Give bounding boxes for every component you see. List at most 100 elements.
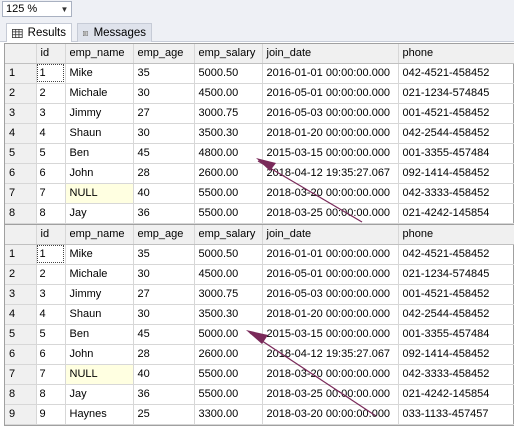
cell-emp-salary[interactable]: 4500.00 xyxy=(194,83,263,104)
row-number[interactable]: 4 xyxy=(5,123,37,144)
cell-id[interactable]: 5 xyxy=(36,324,66,345)
table-row[interactable]: 4 4 Shaun 30 3500.30 2018-01-20 00:00:00.000 0… xyxy=(5,304,514,325)
cell-join-date[interactable]: 2018-03-20 00:00:00.000 xyxy=(262,183,399,204)
chevron-down-icon[interactable]: ▼ xyxy=(58,2,71,16)
cell-phone[interactable]: 001-4521-458452 xyxy=(398,103,514,124)
cell-phone[interactable]: 021-4242-145854 xyxy=(398,384,514,405)
row-number[interactable]: 2 xyxy=(5,83,37,104)
cell-emp-salary[interactable]: 5000.50 xyxy=(194,244,263,265)
cell-emp-name[interactable]: Jay xyxy=(65,384,134,405)
cell-join-date[interactable]: 2016-01-01 00:00:00.000 xyxy=(262,63,399,84)
column-header-join-date[interactable]: join_date xyxy=(262,44,399,64)
cell-emp-age[interactable]: 35 xyxy=(133,63,195,84)
cell-emp-name[interactable]: John xyxy=(65,163,134,184)
column-header-emp-age[interactable]: emp_age xyxy=(133,225,195,245)
cell-emp-salary[interactable]: 5500.00 xyxy=(194,203,263,224)
table-row[interactable]: 2 2 Michale 30 4500.00 2016-05-01 00:00:00.00… xyxy=(5,83,514,104)
cell-phone[interactable]: 001-3355-457484 xyxy=(398,324,514,345)
zoom-select[interactable]: 125 % ▼ xyxy=(2,1,72,17)
cell-id[interactable]: 7 xyxy=(36,183,66,204)
cell-id[interactable]: 2 xyxy=(36,264,66,285)
column-header-phone[interactable]: phone xyxy=(398,44,514,64)
cell-emp-name[interactable]: Jay xyxy=(65,203,134,224)
tab-messages[interactable]: Messages xyxy=(77,23,152,42)
cell-emp-age[interactable]: 30 xyxy=(133,83,195,104)
table-row[interactable]: 3 3 Jimmy 27 3000.75 2016-05-03 00:00:00.000 0… xyxy=(5,284,514,305)
row-number[interactable]: 3 xyxy=(5,284,37,305)
cell-emp-age[interactable]: 45 xyxy=(133,324,195,345)
cell-phone[interactable]: 092-1414-458452 xyxy=(398,163,514,184)
cell-phone[interactable]: 042-2544-458452 xyxy=(398,123,514,144)
row-number[interactable]: 8 xyxy=(5,384,37,405)
row-number[interactable]: 9 xyxy=(5,404,37,425)
cell-emp-name[interactable]: Michale xyxy=(65,264,134,285)
cell-id[interactable]: 8 xyxy=(36,203,66,224)
cell-id[interactable]: 4 xyxy=(36,123,66,144)
cell-emp-name[interactable]: NULL xyxy=(65,364,134,385)
cell-join-date[interactable]: 2016-01-01 00:00:00.000 xyxy=(262,244,399,265)
cell-join-date[interactable]: 2016-05-03 00:00:00.000 xyxy=(262,284,399,305)
cell-emp-name[interactable]: Shaun xyxy=(65,304,134,325)
cell-emp-name[interactable]: Haynes xyxy=(65,404,134,425)
table-row[interactable]: 7 7 NULL 40 5500.00 2018-03-20 00:00:00.000 04… xyxy=(5,364,514,385)
row-number[interactable]: 5 xyxy=(5,324,37,345)
cell-emp-salary[interactable]: 5000.50 xyxy=(194,63,263,84)
cell-emp-salary[interactable]: 4800.00 xyxy=(194,143,263,164)
row-number[interactable]: 2 xyxy=(5,264,37,285)
cell-phone[interactable]: 042-3333-458452 xyxy=(398,183,514,204)
cell-join-date[interactable]: 2018-04-12 19:35:27.067 xyxy=(262,163,399,184)
table-row[interactable]: 1 1 Mike 35 5000.50 2016-01-01 00:00:00.000 04… xyxy=(5,63,514,84)
cell-join-date[interactable]: 2016-05-01 00:00:00.000 xyxy=(262,83,399,104)
cell-emp-salary[interactable]: 5500.00 xyxy=(194,183,263,204)
cell-emp-age[interactable]: 27 xyxy=(133,103,195,124)
table-row[interactable]: 9 9 Haynes 25 3300.00 2018-03-20 00:00:00.000… xyxy=(5,404,514,425)
cell-phone[interactable]: 001-4521-458452 xyxy=(398,284,514,305)
cell-emp-name[interactable]: Jimmy xyxy=(65,103,134,124)
cell-emp-age[interactable]: 40 xyxy=(133,364,195,385)
cell-join-date[interactable]: 2016-05-03 00:00:00.000 xyxy=(262,103,399,124)
cell-emp-salary[interactable]: 5000.00 xyxy=(194,324,263,345)
row-number[interactable]: 5 xyxy=(5,143,37,164)
cell-id[interactable]: 1 xyxy=(36,244,66,265)
cell-id[interactable]: 6 xyxy=(36,163,66,184)
row-number[interactable]: 6 xyxy=(5,163,37,184)
results-grid-1[interactable]: id emp_name emp_age emp_salary join_date… xyxy=(4,43,514,225)
tab-results[interactable]: Results xyxy=(6,23,72,42)
cell-join-date[interactable]: 2018-03-20 00:00:00.000 xyxy=(262,404,399,425)
cell-id[interactable]: 5 xyxy=(36,143,66,164)
column-header-emp-salary[interactable]: emp_salary xyxy=(194,225,263,245)
cell-emp-name[interactable]: NULL xyxy=(65,183,134,204)
row-number[interactable]: 7 xyxy=(5,364,37,385)
table-row[interactable]: 6 6 John 28 2600.00 2018-04-12 19:35:27.067 09… xyxy=(5,163,514,184)
cell-emp-age[interactable]: 30 xyxy=(133,264,195,285)
row-number[interactable]: 3 xyxy=(5,103,37,124)
cell-phone[interactable]: 092-1414-458452 xyxy=(398,344,514,365)
cell-join-date[interactable]: 2018-03-25 00:00:00.000 xyxy=(262,203,399,224)
cell-emp-age[interactable]: 28 xyxy=(133,344,195,365)
table-row[interactable]: 7 7 NULL 40 5500.00 2018-03-20 00:00:00.000 04… xyxy=(5,183,514,204)
cell-emp-salary[interactable]: 4500.00 xyxy=(194,264,263,285)
column-header-id[interactable]: id xyxy=(36,225,66,245)
cell-phone[interactable]: 001-3355-457484 xyxy=(398,143,514,164)
cell-id[interactable]: 4 xyxy=(36,304,66,325)
cell-join-date[interactable]: 2015-03-15 00:00:00.000 xyxy=(262,143,399,164)
cell-phone[interactable]: 021-1234-574845 xyxy=(398,264,514,285)
cell-id[interactable]: 3 xyxy=(36,103,66,124)
cell-join-date[interactable]: 2018-04-12 19:35:27.067 xyxy=(262,344,399,365)
cell-emp-age[interactable]: 45 xyxy=(133,143,195,164)
table-row[interactable]: 1 1 Mike 35 5000.50 2016-01-01 00:00:00.000 04… xyxy=(5,244,514,265)
cell-emp-name[interactable]: John xyxy=(65,344,134,365)
column-header-emp-salary[interactable]: emp_salary xyxy=(194,44,263,64)
cell-id[interactable]: 3 xyxy=(36,284,66,305)
table-row[interactable]: 4 4 Shaun 30 3500.30 2018-01-20 00:00:00.000 0… xyxy=(5,123,514,144)
cell-phone[interactable]: 042-4521-458452 xyxy=(398,63,514,84)
cell-phone[interactable]: 033-1133-457457 xyxy=(398,404,514,425)
row-number[interactable]: 1 xyxy=(5,63,37,84)
table-row[interactable]: 5 5 Ben 45 4800.00 2015-03-15 00:00:00.000 001… xyxy=(5,143,514,164)
cell-emp-salary[interactable]: 3000.75 xyxy=(194,103,263,124)
cell-emp-salary[interactable]: 3300.00 xyxy=(194,404,263,425)
cell-emp-salary[interactable]: 3000.75 xyxy=(194,284,263,305)
cell-emp-salary[interactable]: 3500.30 xyxy=(194,304,263,325)
cell-emp-salary[interactable]: 3500.30 xyxy=(194,123,263,144)
cell-emp-salary[interactable]: 2600.00 xyxy=(194,344,263,365)
